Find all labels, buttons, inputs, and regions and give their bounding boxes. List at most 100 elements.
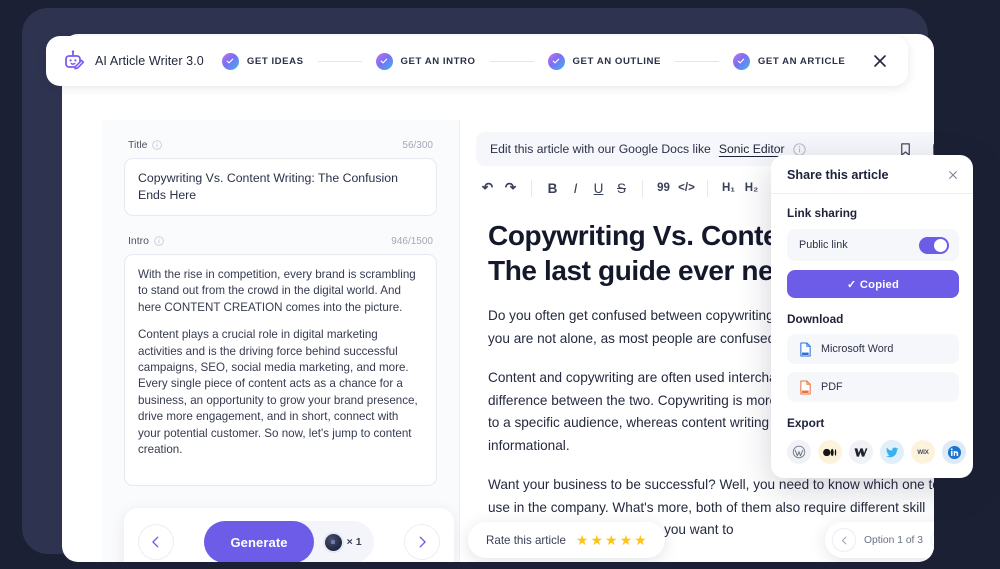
option-next-button[interactable] <box>931 528 934 552</box>
generate-button[interactable]: Generate <box>204 521 314 562</box>
generate-group: Generate × 1 <box>204 521 374 562</box>
star-rating[interactable]: ★ ★ ★ ★ ★ <box>576 533 647 547</box>
undo-button[interactable]: ↶ <box>476 175 499 201</box>
export-targets: WIX <box>787 440 966 464</box>
star-icon[interactable]: ★ <box>634 533 647 547</box>
star-icon[interactable]: ★ <box>590 533 603 547</box>
public-link-toggle[interactable] <box>919 236 949 254</box>
star-icon[interactable]: ★ <box>620 533 633 547</box>
info-icon[interactable] <box>792 142 806 156</box>
step-connector <box>674 60 719 62</box>
step-label: GET AN OUTLINE <box>572 55 661 67</box>
intro-label: Intro <box>128 235 164 247</box>
title-input[interactable]: Copywriting Vs. Content Writing: The Con… <box>124 158 437 216</box>
medium-icon <box>823 448 837 456</box>
download-word-label: Microsoft Word <box>821 343 894 355</box>
step-get-an-outline[interactable]: GET AN OUTLINE <box>547 52 661 70</box>
pdf-file-icon <box>800 379 811 395</box>
option-label: Option 1 of 3 <box>864 534 923 546</box>
redo-button[interactable]: ↷ <box>499 175 522 201</box>
sonic-editor-link[interactable]: Sonic Editor <box>719 142 785 156</box>
export-medium-button[interactable] <box>818 440 842 464</box>
previous-button[interactable] <box>138 524 174 560</box>
info-icon[interactable] <box>154 236 164 246</box>
close-button[interactable] <box>860 41 900 81</box>
left-panel: Title 56/300 Copywriting Vs. Content Wri… <box>102 120 459 562</box>
link-sharing-heading: Link sharing <box>787 206 858 220</box>
rate-label: Rate this article <box>486 533 566 547</box>
check-circle-icon <box>547 52 565 70</box>
title-label-text: Title <box>128 139 148 151</box>
intro-counter: 946/1500 <box>391 235 433 247</box>
wix-icon: WIX <box>917 448 929 456</box>
toolbar-separator <box>707 179 708 197</box>
step-get-ideas[interactable]: GET IDEAS <box>221 52 304 70</box>
twitter-icon <box>885 447 899 457</box>
check-circle-icon <box>221 52 239 70</box>
credit-count: × 1 <box>346 536 362 548</box>
export-wix-button[interactable]: WIX <box>911 440 935 464</box>
toolbar-separator <box>642 179 643 197</box>
check-circle-icon <box>375 52 393 70</box>
step-get-an-article[interactable]: GET AN ARTICLE <box>732 52 845 70</box>
credit-indicator: × 1 <box>324 533 362 551</box>
rate-article-widget: Rate this article ★ ★ ★ ★ ★ <box>468 522 665 558</box>
star-icon[interactable]: ★ <box>576 533 589 547</box>
share-popup: Share this article Link sharing Public l… <box>771 155 973 478</box>
heading-1-button[interactable]: H₁ <box>717 175 740 201</box>
public-link-row: Public link <box>787 229 959 261</box>
intro-label-text: Intro <box>128 235 150 247</box>
code-button[interactable]: </> <box>675 175 698 201</box>
step-label: GET AN INTRO <box>400 55 476 67</box>
step-get-an-intro[interactable]: GET AN INTRO <box>375 52 476 70</box>
download-pdf-button[interactable]: PDF <box>787 372 959 402</box>
blockquote-button[interactable]: 99 <box>652 175 675 201</box>
doc-file-icon <box>800 341 811 357</box>
check-circle-icon <box>732 52 750 70</box>
arrow-right-icon <box>419 536 426 548</box>
next-button[interactable] <box>404 524 440 560</box>
copy-link-button[interactable]: ✓ Copied <box>787 270 959 298</box>
brand: AI Article Writer 3.0 <box>46 49 204 73</box>
intro-input[interactable]: With the rise in competition, every bran… <box>124 254 437 486</box>
option-navigation: Option 1 of 3 <box>825 522 934 558</box>
editor-hint-text: Edit this article with our Google Docs l… <box>490 142 711 156</box>
share-popup-body: Link sharing Public link ✓ Copied Downlo… <box>771 194 973 478</box>
download-pdf-label: PDF <box>821 381 843 393</box>
title-value: Copywriting Vs. Content Writing: The Con… <box>138 171 398 202</box>
coin-icon <box>324 533 342 551</box>
export-webflow-button[interactable] <box>849 440 873 464</box>
italic-button[interactable]: I <box>564 175 587 201</box>
step-connector <box>489 60 534 62</box>
option-previous-button[interactable] <box>832 528 857 552</box>
bold-button[interactable]: B <box>541 175 564 201</box>
step-progress: GET IDEAS GET AN INTRO GET AN OUTLINE GE… <box>204 52 860 70</box>
heading-2-button[interactable]: H₂ <box>740 175 763 201</box>
export-wordpress-button[interactable] <box>787 440 811 464</box>
download-word-button[interactable]: Microsoft Word <box>787 334 959 364</box>
step-connector <box>317 60 362 62</box>
share-popup-title: Share this article <box>787 168 889 182</box>
public-link-label: Public link <box>799 239 848 251</box>
arrow-left-icon <box>841 536 846 544</box>
title-counter: 56/300 <box>402 139 433 151</box>
app-header: AI Article Writer 3.0 GET IDEAS GET AN I… <box>46 36 908 86</box>
linkedin-icon <box>947 445 961 459</box>
intro-paragraph: Content plays a crucial role in digital … <box>138 328 418 457</box>
title-field-header: Title 56/300 <box>102 139 459 151</box>
title-label: Title <box>128 139 163 151</box>
robot-pencil-icon <box>65 50 85 70</box>
export-linkedin-button[interactable] <box>942 440 966 464</box>
toolbar-separator <box>531 179 532 197</box>
close-icon <box>874 55 886 67</box>
wordpress-icon <box>792 445 806 459</box>
brand-name: AI Article Writer 3.0 <box>95 54 204 68</box>
intro-paragraph: With the rise in competition, every bran… <box>138 268 416 314</box>
underline-button[interactable]: U <box>587 175 610 201</box>
star-icon[interactable]: ★ <box>605 533 618 547</box>
strikethrough-button[interactable]: S <box>610 175 633 201</box>
info-icon[interactable] <box>152 140 163 150</box>
export-twitter-button[interactable] <box>880 440 904 464</box>
close-icon[interactable] <box>947 169 959 181</box>
step-label: GET IDEAS <box>246 55 304 67</box>
